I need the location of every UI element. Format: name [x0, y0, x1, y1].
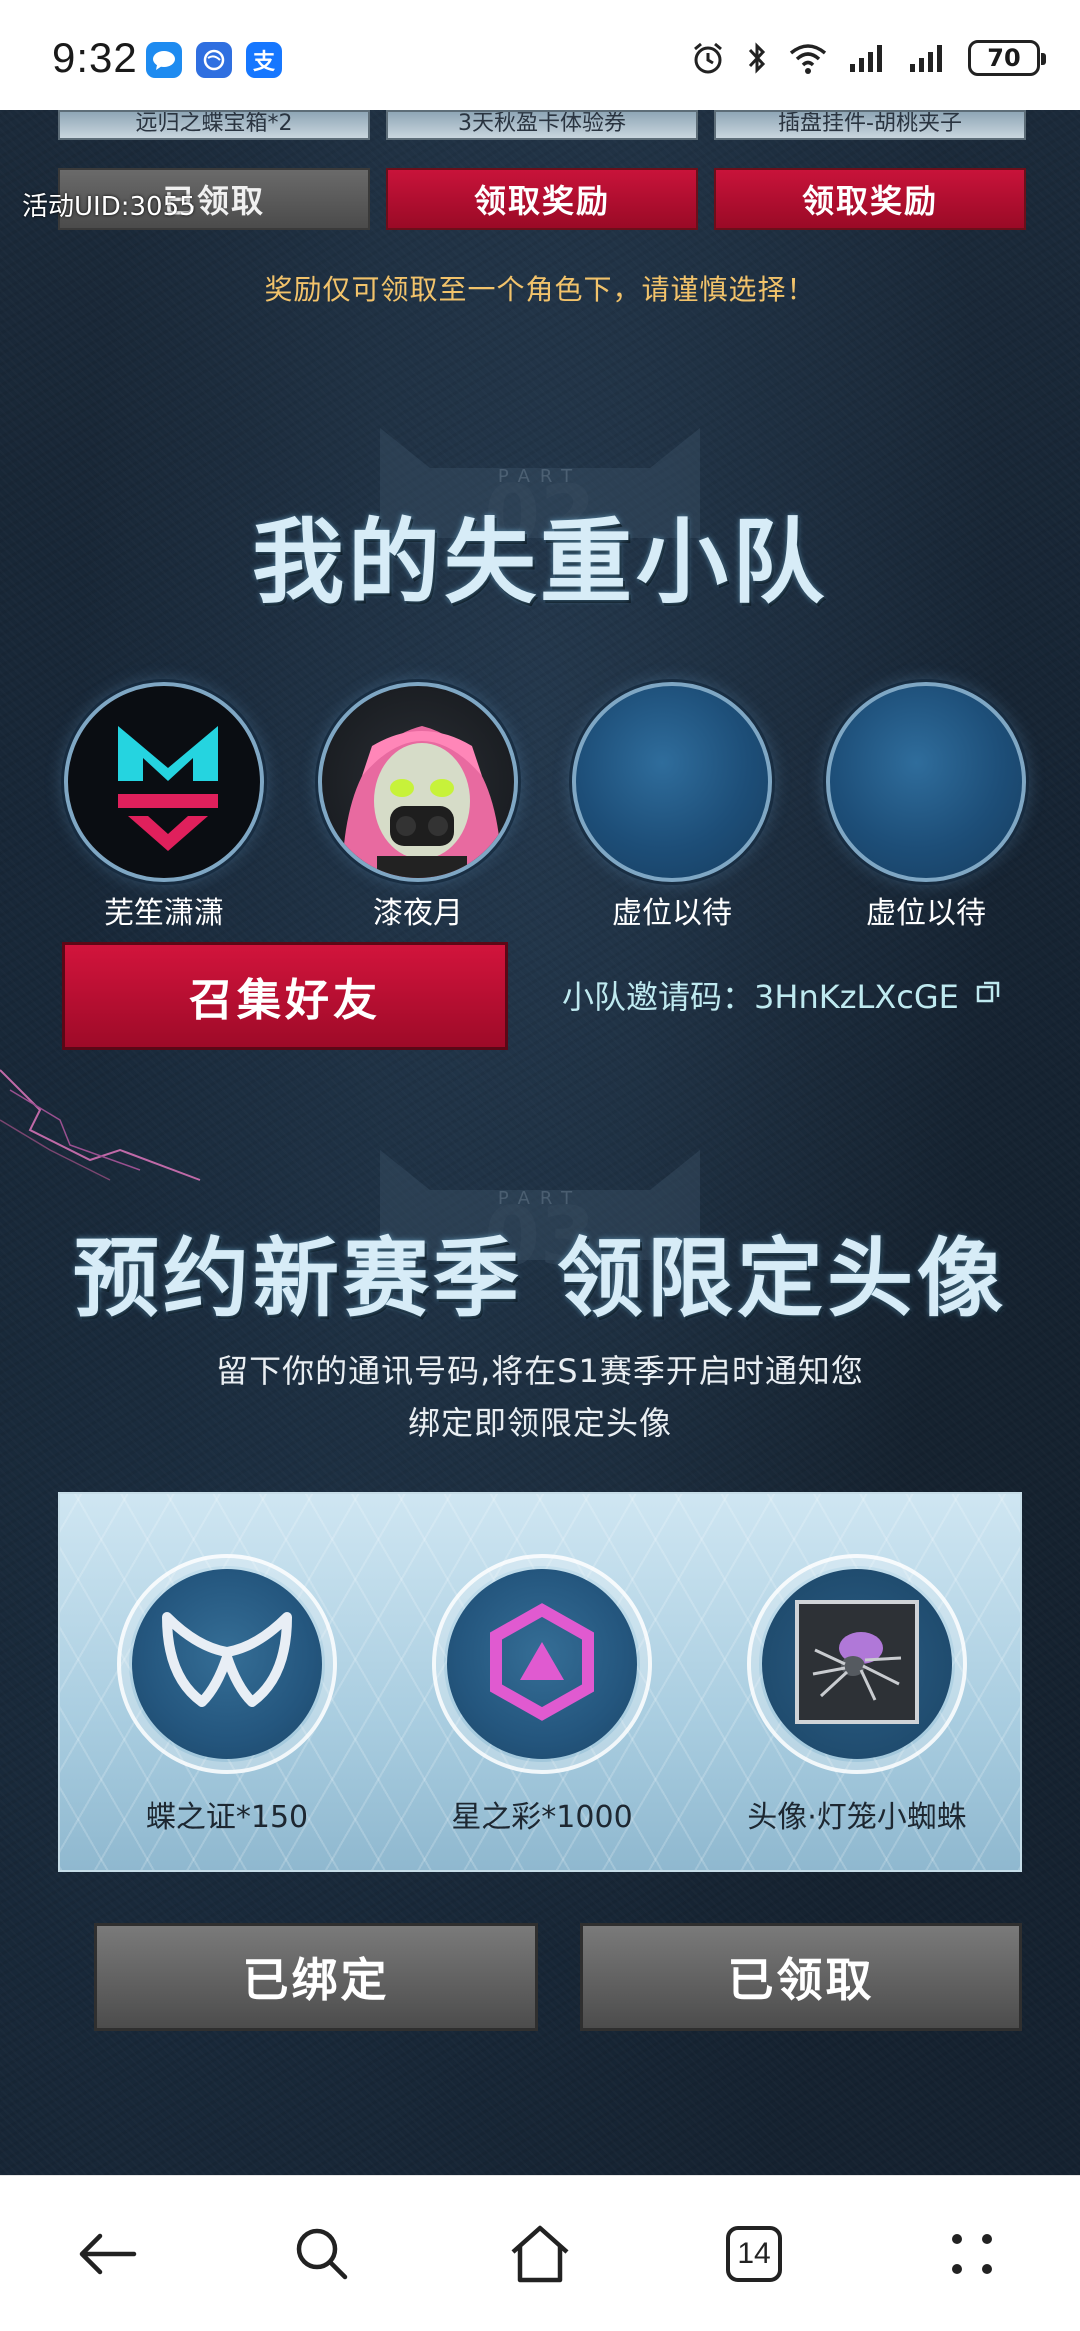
member-name: 虚位以待: [612, 896, 732, 931]
squad-member-2[interactable]: 漆夜月: [318, 682, 518, 932]
event-page: 远归之蝶宝箱*2 3天秋盈卡体验券 插盘挂件-胡桃夹子 已领取 领取奖励 领取奖…: [0, 110, 1080, 2175]
part-label: PART: [497, 1188, 583, 1209]
reward-item-2: 星之彩*1000: [427, 1554, 657, 1836]
avatar: [318, 682, 518, 882]
copy-icon[interactable]: [975, 976, 1001, 1014]
member-name: 芜笙潇潇: [104, 896, 224, 931]
reward-card-1: 远归之蝶宝箱*2: [58, 110, 370, 140]
alipay-icon: 支: [246, 42, 282, 78]
butterfly-badge-icon: [157, 1607, 297, 1721]
tab-count: 14: [726, 2226, 782, 2282]
season-subtitle-1: 留下你的通讯号码,将在S1赛季开启时通知您: [216, 1352, 864, 1390]
reward-card-2: 3天秋盈卡体验券: [386, 110, 698, 140]
squad-member-empty-2[interactable]: 虚位以待: [826, 682, 1026, 932]
reward-card-3: 插盘挂件-胡桃夹子: [714, 110, 1026, 140]
signal-icon-2: [908, 42, 948, 74]
chat-app-icon: [146, 42, 182, 78]
season-title: 预约新赛季 领限定头像: [73, 1229, 1007, 1329]
home-icon[interactable]: [500, 2214, 580, 2294]
hexagon-crystal-icon: [482, 1602, 602, 1726]
browser-app-icon: [196, 42, 232, 78]
squad-title: 我的失重小队: [251, 509, 828, 616]
invite-code-label: 小队邀请码：: [562, 978, 755, 1016]
claimed-avatar-button[interactable]: 已领取: [580, 1923, 1022, 2031]
reward-item-1: 蝶之证*150: [112, 1554, 342, 1836]
wifi-icon: [788, 41, 828, 75]
empty-slot-avatar: [826, 682, 1026, 882]
reward-label: 蝶之证*150: [145, 1800, 309, 1835]
avatar: [64, 682, 264, 882]
empty-slot-avatar: [572, 682, 772, 882]
glitch-decoration: [0, 1069, 201, 1181]
search-icon[interactable]: [282, 2214, 362, 2294]
spider-avatar-icon: [795, 1600, 919, 1728]
more-icon[interactable]: [932, 2214, 1012, 2294]
reward-item-3: 头像·灯笼小蜘蛛: [742, 1554, 972, 1836]
season-rewards-panel: 蝶之证*150 星之彩*1000 头像·灯笼小蜘蛛: [58, 1492, 1022, 1872]
season-subtitle-2: 绑定即领限定头像: [407, 1404, 672, 1442]
activity-uid-label: 活动UID:3055: [22, 192, 196, 222]
clock: 9:32: [52, 34, 138, 81]
signal-icon-1: [848, 42, 888, 74]
invite-code-row: 小队邀请码：3HnKzLXcGE: [562, 972, 1001, 1018]
reward-label: 星之彩*1000: [451, 1800, 633, 1835]
bound-button[interactable]: 已绑定: [94, 1923, 538, 2031]
claim-reward-button-3[interactable]: 领取奖励: [714, 168, 1026, 230]
member-name: 漆夜月: [373, 896, 463, 931]
squad-member-empty-1[interactable]: 虚位以待: [572, 682, 772, 932]
browser-nav-bar: 14: [0, 2175, 1080, 2331]
invite-code: 3HnKzLXcGE: [754, 978, 959, 1016]
reward-label: 头像·灯笼小蜘蛛: [747, 1800, 967, 1835]
alarm-icon: [690, 40, 726, 76]
battery-indicator: 70: [968, 40, 1046, 76]
back-icon[interactable]: [68, 2214, 148, 2294]
tabs-button[interactable]: 14: [714, 2214, 794, 2294]
recruit-friends-button[interactable]: 召集好友: [62, 942, 508, 1050]
claim-reward-button-2[interactable]: 领取奖励: [386, 168, 698, 230]
reward-notice: 奖励仅可领取至一个角色下，请谨慎选择！: [264, 273, 816, 306]
squad-member-1[interactable]: 芜笙潇潇: [64, 682, 264, 932]
bluetooth-icon: [746, 40, 768, 76]
status-bar: 9:32 支 70: [0, 0, 1080, 110]
member-name: 虚位以待: [866, 896, 986, 931]
part-label: PART: [497, 466, 583, 487]
